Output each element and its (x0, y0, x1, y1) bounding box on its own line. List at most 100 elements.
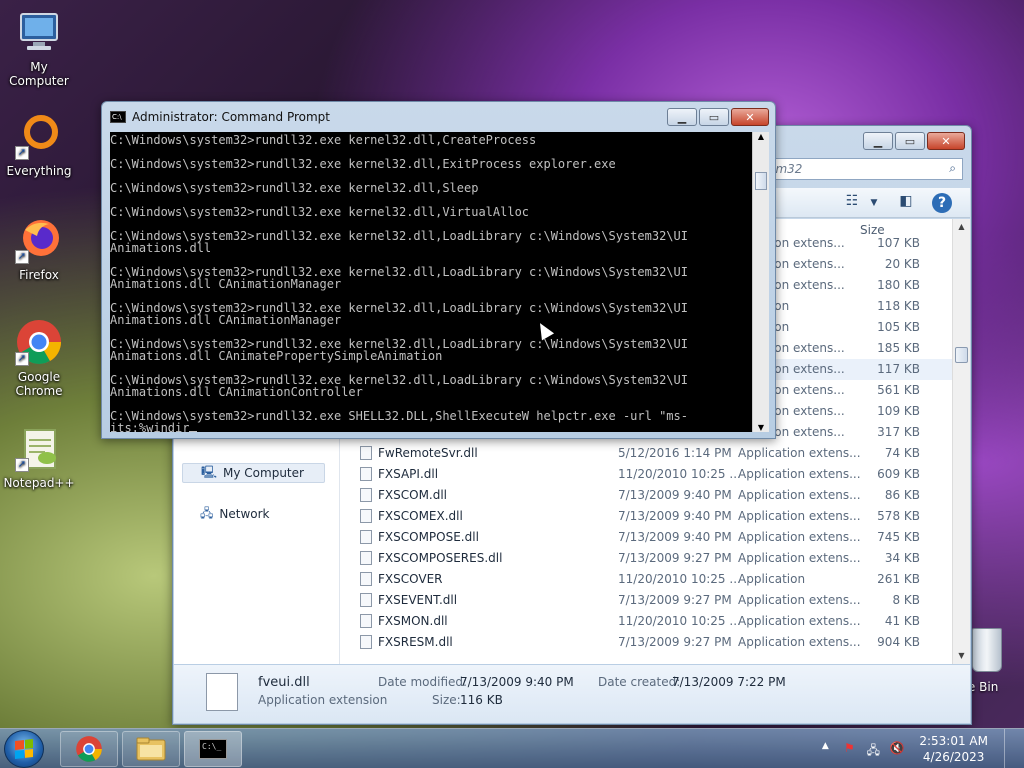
file-icon (360, 488, 372, 502)
file-size: 20 KB (884, 257, 920, 271)
file-name: FXSCOMPOSE.dll (378, 530, 479, 544)
chrome-icon: ➚ (15, 318, 63, 366)
nav-item-network[interactable]: 🖧 Network (182, 504, 290, 524)
nav-item-label: Network (219, 507, 270, 521)
cmd-caption-buttons: ▁ ▭ ✕ (667, 108, 769, 126)
desktop-icon-everything[interactable]: ➚ Everything (0, 112, 78, 178)
scroll-down-arrow[interactable]: ▼ (753, 423, 769, 432)
close-button[interactable]: ✕ (927, 132, 965, 150)
file-icon (360, 467, 372, 481)
help-icon[interactable]: ? (932, 193, 952, 213)
file-icon (360, 572, 372, 586)
chevron-down-icon[interactable]: ▼ (864, 193, 884, 213)
file-type: Application extens... (738, 635, 861, 649)
scroll-up-arrow[interactable]: ▲ (753, 132, 769, 141)
file-size: 86 KB (884, 488, 920, 502)
clock-time: 2:53:01 AM (919, 734, 988, 748)
file-type: Application extens... (738, 551, 861, 565)
console-line: Animations.dll CAnimationController (110, 385, 363, 399)
start-button[interactable] (4, 730, 44, 768)
shortcut-arrow-icon: ➚ (15, 250, 29, 264)
desktop-icon-notepadpp[interactable]: ➚ Notepad++ (0, 424, 78, 490)
table-row[interactable]: FXSCOMEX.dll 7/13/2009 9:40 PM Application… (340, 506, 952, 527)
search-input[interactable]: ystem32 ⌕ (743, 158, 963, 180)
preview-pane-icon[interactable]: ◧ (896, 193, 916, 213)
table-row[interactable]: FXSCOMPOSERES.dll 7/13/2009 9:27 PM Applic… (340, 548, 952, 569)
window-title: Administrator: Command Prompt (132, 110, 330, 124)
show-desktop-button[interactable] (1004, 729, 1016, 768)
details-modified-label: Date modified: (378, 675, 468, 689)
table-row[interactable]: FXSMON.dll 11/20/2010 10:25 ... Applicatio… (340, 611, 952, 632)
taskbar-chrome-button[interactable] (60, 731, 118, 767)
show-hidden-icons-icon[interactable]: ▲ (817, 741, 833, 757)
minimize-button[interactable]: ▁ (667, 108, 697, 126)
maximize-button[interactable]: ▭ (895, 132, 925, 150)
table-row[interactable]: FXSEVENT.dll 7/13/2009 9:27 PM Application… (340, 590, 952, 611)
desktop-icon-firefox[interactable]: ➚ Firefox (0, 216, 78, 282)
desktop-icon-my-computer[interactable]: My Computer (0, 8, 78, 88)
console-scrollbar[interactable]: ▲ ▼ (752, 132, 769, 432)
clock[interactable]: 2:53:01 AM 4/26/2023 (919, 733, 988, 765)
details-created-label: Date created: (598, 675, 681, 689)
file-name: FXSCOMEX.dll (378, 509, 463, 523)
table-row[interactable]: FXSRESM.dll 7/13/2009 9:27 PM Application … (340, 632, 952, 653)
file-icon (360, 593, 372, 607)
file-size: 185 KB (877, 341, 920, 355)
file-type: Application extens... (738, 530, 861, 544)
chrome-icon (76, 736, 102, 762)
view-options-icon[interactable]: ☷ (842, 193, 862, 213)
file-type: Application extens... (738, 593, 861, 607)
scroll-up-arrow[interactable]: ▲ (953, 219, 970, 235)
recycle-bin-icon (972, 628, 1002, 672)
file-date: 7/13/2009 9:40 PM (618, 530, 732, 544)
file-name: FXSCOMPOSERES.dll (378, 551, 503, 565)
desktop-icon-label: Firefox (19, 268, 59, 282)
file-size: 105 KB (877, 320, 920, 334)
file-size: 561 KB (877, 383, 920, 397)
title-bar[interactable]: C:\ Administrator: Command Prompt (110, 110, 330, 124)
file-icon (360, 614, 372, 628)
file-type: Application (738, 572, 806, 586)
computer-icon (15, 8, 63, 56)
file-icon (360, 635, 372, 649)
command-prompt-window[interactable]: C:\ Administrator: Command Prompt ▁ ▭ ✕ … (101, 101, 776, 439)
system-tray: ▲ ⚑ 🖧 🔇 2:53:01 AM 4/26/2023 (817, 729, 1024, 768)
table-row[interactable]: FXSCOM.dll 7/13/2009 9:40 PM Application e… (340, 485, 952, 506)
network-icon: 🖧 (200, 505, 214, 520)
desktop-icon-label: My Computer (9, 60, 69, 88)
console-output[interactable]: C:\Windows\system32>rundll32.exe kernel3… (110, 132, 752, 432)
file-type: Application extens... (738, 446, 861, 460)
file-type: Application extens... (738, 488, 861, 502)
shortcut-arrow-icon: ➚ (15, 352, 29, 366)
network-icon[interactable]: 🖧 (865, 741, 881, 757)
nav-item-my-computer[interactable]: 🖳 My Computer (182, 463, 325, 483)
table-row[interactable]: FXSCOVER 11/20/2010 10:25 ... Application 2… (340, 569, 952, 590)
file-icon (360, 509, 372, 523)
taskbar-explorer-button[interactable] (122, 731, 180, 767)
console-line: Animations.dll CAnimationManager (110, 277, 342, 291)
firefox-icon: ➚ (15, 216, 63, 264)
file-size: 74 KB (884, 446, 920, 460)
file-size: 904 KB (877, 635, 920, 649)
close-button[interactable]: ✕ (731, 108, 769, 126)
console-line: C:\Windows\system32>rundll32.exe SHELL32… (110, 409, 688, 423)
volume-muted-icon[interactable]: 🔇 (889, 741, 905, 757)
scrollbar-thumb[interactable] (955, 347, 968, 363)
table-row[interactable]: FwRemoteSvr.dll 5/12/2016 1:14 PM Applicat… (340, 443, 952, 464)
file-name: FXSRESM.dll (378, 635, 453, 649)
nav-item-label: My Computer (223, 466, 304, 480)
clock-date: 4/26/2023 (922, 750, 985, 764)
desktop-icon-chrome[interactable]: ➚ Google Chrome (0, 318, 78, 398)
action-center-flag-icon[interactable]: ⚑ (841, 741, 857, 757)
scrollbar-thumb[interactable] (755, 172, 767, 190)
scroll-down-arrow[interactable]: ▼ (953, 648, 970, 664)
explorer-scrollbar[interactable]: ▲ ▼ (952, 219, 970, 664)
search-icon[interactable]: ⌕ (949, 161, 956, 176)
file-size: 180 KB (877, 278, 920, 292)
maximize-button[interactable]: ▭ (699, 108, 729, 126)
explorer-caption-buttons: ▁ ▭ ✕ (863, 132, 965, 150)
table-row[interactable]: FXSAPI.dll 11/20/2010 10:25 ... Applicatio… (340, 464, 952, 485)
taskbar-cmd-button[interactable]: C:\_ (184, 731, 242, 767)
table-row[interactable]: FXSCOMPOSE.dll 7/13/2009 9:40 PM Applicati… (340, 527, 952, 548)
minimize-button[interactable]: ▁ (863, 132, 893, 150)
